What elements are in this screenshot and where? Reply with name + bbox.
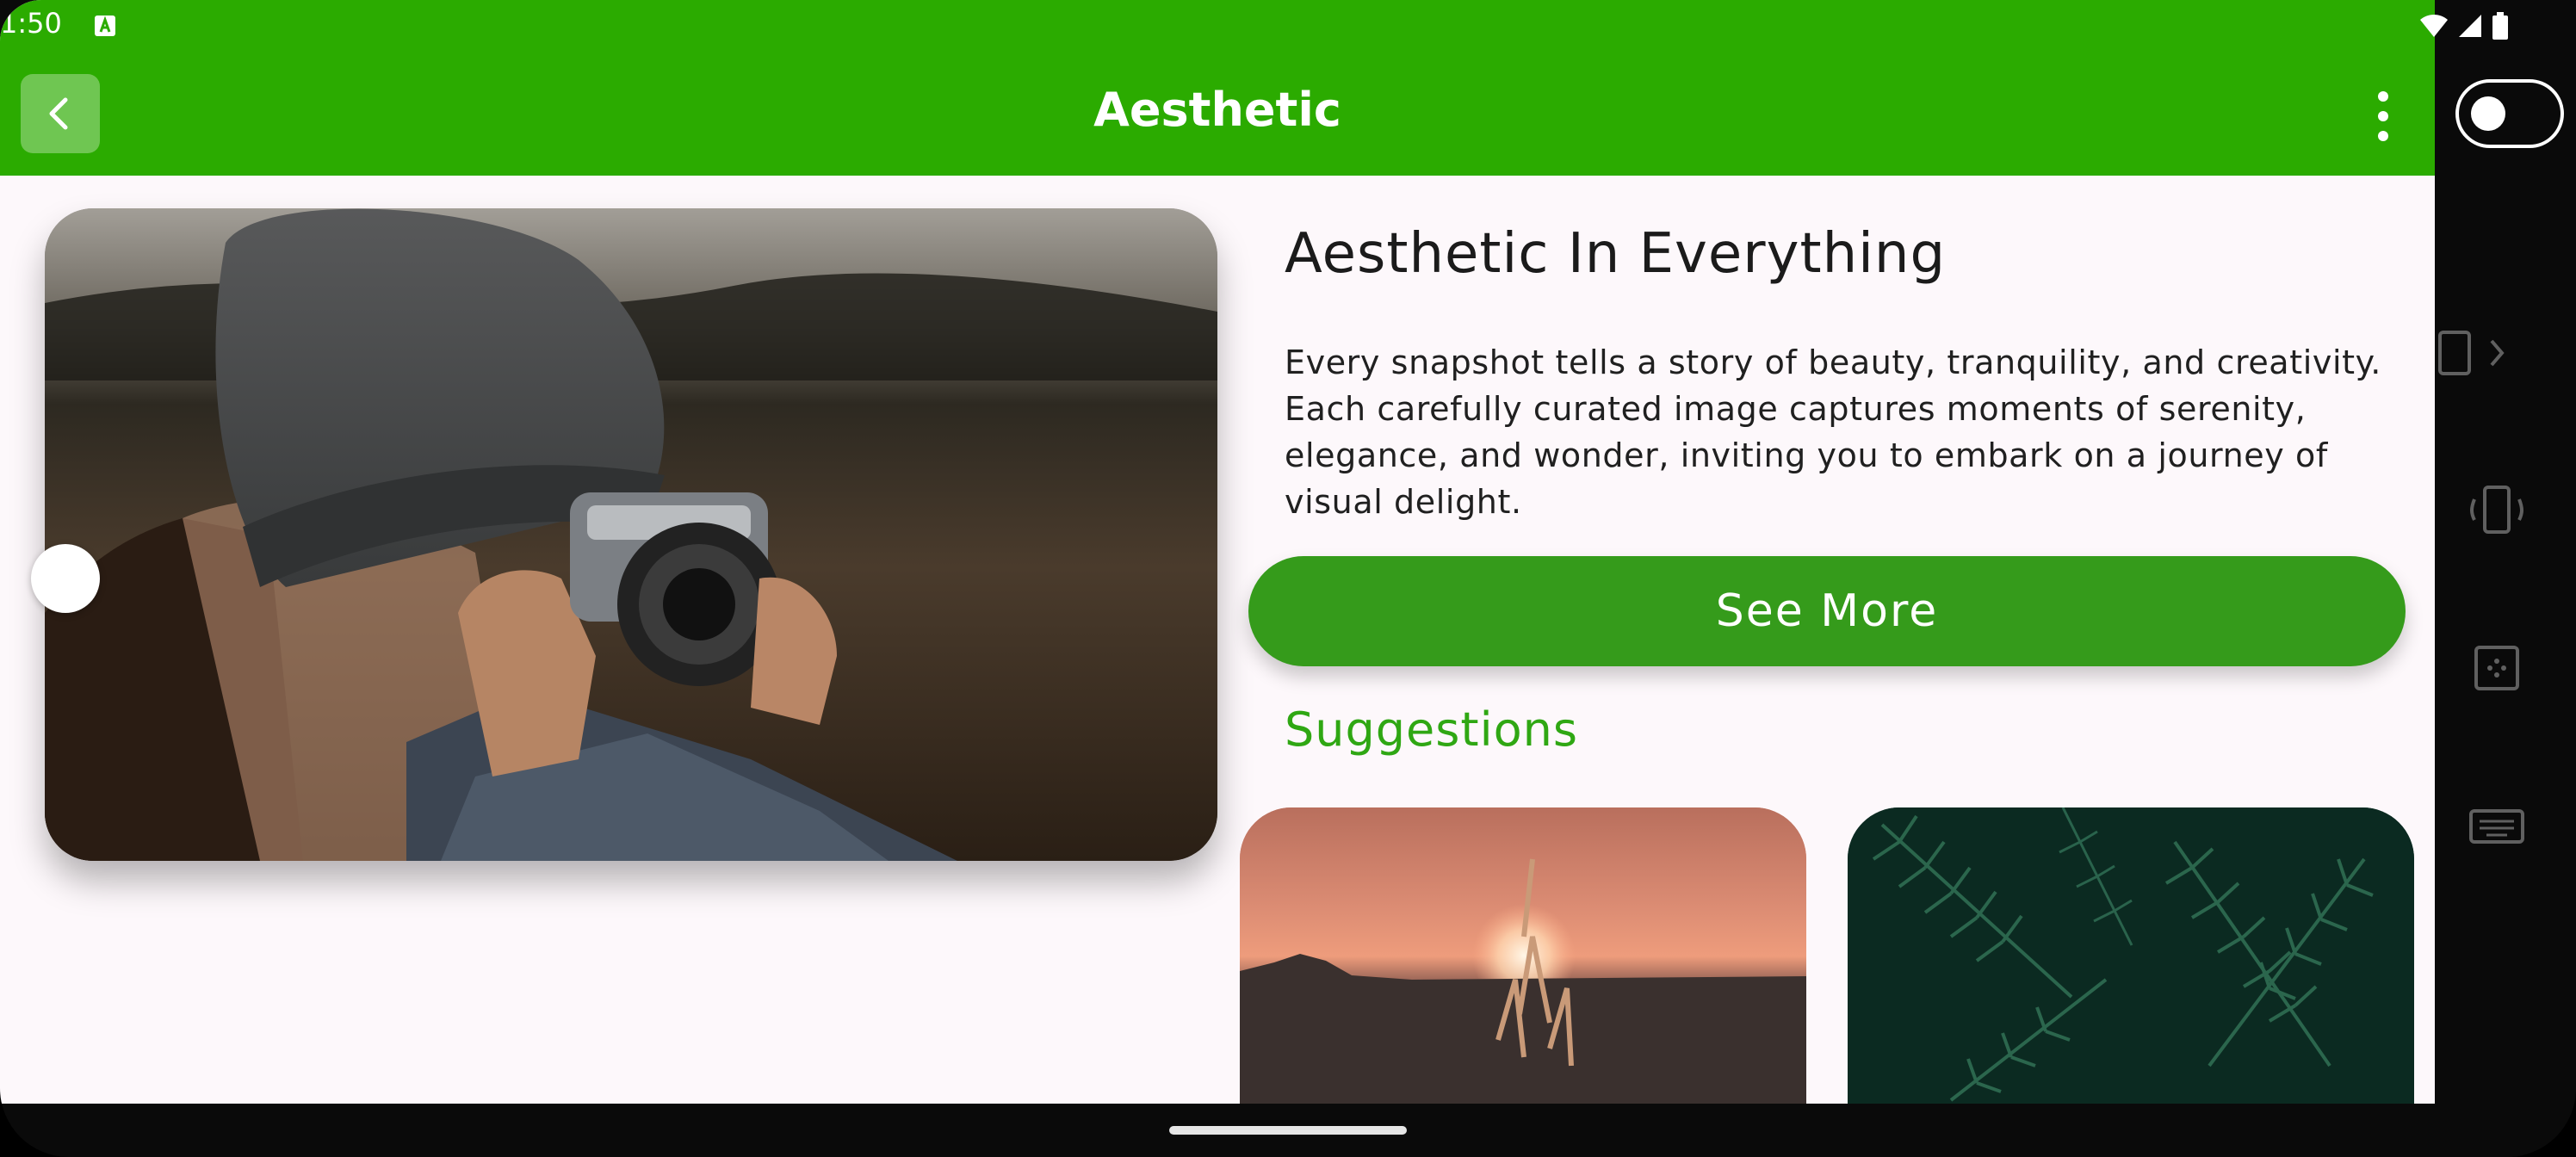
battery-icon [2492, 12, 2508, 40]
theme-toggle[interactable] [2455, 79, 2564, 148]
section-heading: Aesthetic In Everything [1285, 222, 1947, 286]
description-text: Every snapshot tells a story of beauty, … [1285, 343, 2381, 521]
suggestions-title: Suggestions [1285, 702, 1578, 757]
suggestion-thumbnail-fern[interactable] [1848, 807, 2414, 1104]
fern-image [1848, 807, 2414, 1104]
tablet-icon[interactable] [2438, 327, 2542, 379]
notification-a-icon [95, 15, 115, 36]
photographer-image [45, 208, 1217, 861]
status-time: 1:50 [0, 7, 62, 40]
home-indicator[interactable] [1169, 1126, 1407, 1135]
screenshot-icon[interactable] [2473, 644, 2521, 692]
more-vert-icon [2378, 91, 2388, 102]
rotate-icon[interactable] [2469, 482, 2524, 537]
signal-icon [2459, 15, 2481, 37]
side-navigation-strip [2435, 0, 2576, 1157]
toggle-icon [2471, 96, 2505, 131]
sunset-image [1240, 807, 1806, 1104]
keyboard-icon[interactable] [2469, 809, 2524, 844]
app-bar: 1:50 Aesthetic [0, 0, 2435, 176]
app-screen: 1:50 Aesthetic Aesthetic In Everything E… [0, 0, 2435, 1104]
wifi-icon [2420, 15, 2448, 37]
suggestion-thumbnail-sunset[interactable] [1240, 807, 1806, 1104]
page-title: Aesthetic [1093, 83, 1341, 137]
see-more-button[interactable]: See More [1248, 556, 2406, 666]
more-options-button[interactable] [2357, 86, 2409, 146]
carousel-indicator[interactable] [31, 544, 100, 613]
status-icons [2419, 12, 2509, 40]
device-frame: 1:50 Aesthetic Aesthetic In Everything E… [0, 0, 2576, 1157]
hero-image-card[interactable] [45, 208, 1217, 861]
